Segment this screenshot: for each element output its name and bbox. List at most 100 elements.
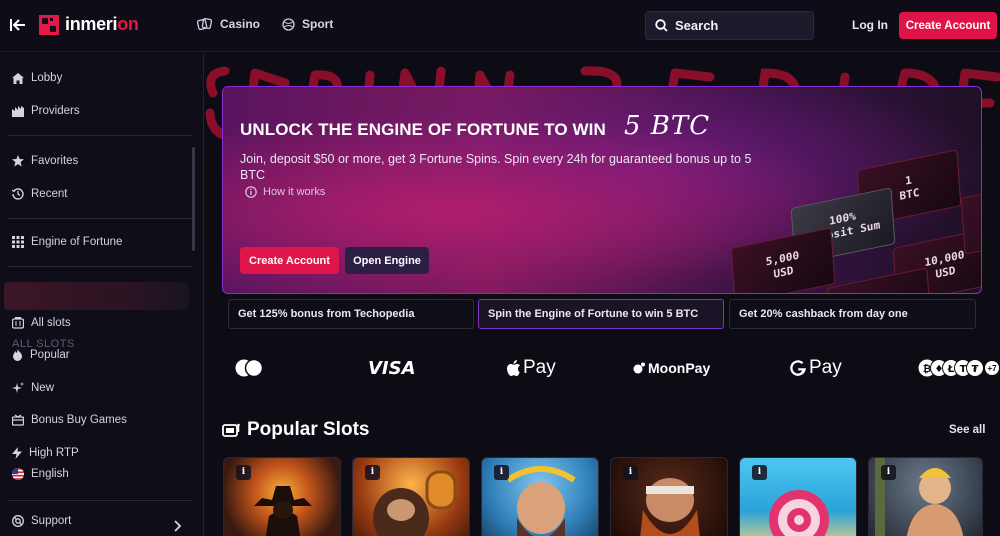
svg-text:₿: ₿ (923, 363, 931, 375)
sidebar-item-new[interactable]: New (12, 382, 54, 394)
moonpay-icon (633, 362, 645, 374)
promo-tab-label: Spin the Engine of Fortune to win 5 BTC (488, 308, 699, 320)
us-flag-icon (12, 468, 24, 480)
brand-name: inmerion (65, 14, 139, 34)
home-icon (12, 72, 24, 84)
crypto-logos: ₿ ♦ Ł T ₮ +7 (917, 353, 999, 383)
slot-info-button[interactable]: i (236, 465, 251, 480)
sidebar-divider (8, 218, 192, 219)
svg-text:♦: ♦ (935, 364, 944, 375)
top-nav: Casino Sport (197, 17, 333, 31)
fortune-tile: D (826, 267, 932, 293)
sidebar-item-bonus-buy[interactable]: Bonus Buy Games (12, 414, 127, 426)
sidebar-divider (8, 500, 192, 501)
see-all-link[interactable]: See all (949, 424, 985, 436)
slot-card[interactable]: i (739, 457, 857, 536)
create-account-button[interactable]: Create Account (899, 12, 997, 39)
visa-logo: VISA (368, 357, 416, 379)
slot-info-button[interactable]: i (881, 465, 896, 480)
nav-sport-label: Sport (302, 17, 334, 31)
nav-casino[interactable]: Casino (197, 17, 260, 31)
slot-info-button[interactable]: i (623, 465, 638, 480)
open-engine-button[interactable]: Open Engine (345, 247, 429, 274)
sidebar-item-engine-of-fortune[interactable]: Engine of Fortune (12, 236, 122, 248)
nav-sport[interactable]: Sport (282, 17, 333, 31)
sidebar-item-lobby[interactable]: Lobby (12, 72, 62, 84)
crypto-coins-icon: ₿ ♦ Ł T ₮ (918, 359, 984, 377)
hero-create-account-button[interactable]: Create Account (240, 247, 339, 274)
sidebar-item-recent[interactable]: Recent (12, 188, 67, 200)
nav-casino-label: Casino (220, 17, 261, 31)
sidebar-item-label: Bonus Buy Games (31, 414, 127, 426)
search-button[interactable]: Search (645, 11, 814, 40)
sidebar-item-providers[interactable]: Providers (12, 105, 80, 117)
promo-tab-techopedia[interactable]: Get 125% bonus from Techopedia (228, 299, 474, 329)
search-label: Search (675, 18, 719, 33)
sidebar-item-label: Favorites (31, 155, 79, 167)
how-it-works-link[interactable]: How it works (245, 186, 325, 198)
brand-logo[interactable]: inmerion (39, 14, 139, 35)
language-label: English (31, 468, 69, 480)
fortune-tile: De (960, 177, 981, 255)
search-icon (655, 19, 668, 32)
promo-tab-engine[interactable]: Spin the Engine of Fortune to win 5 BTC (478, 299, 724, 329)
language-selector[interactable]: English (12, 468, 69, 480)
collapse-sidebar-icon[interactable] (9, 16, 27, 34)
info-circle-icon (245, 186, 257, 198)
popular-slots-title: Popular Slots (247, 419, 370, 440)
promo-tab-cashback[interactable]: Get 20% cashback from day one (729, 299, 976, 329)
svg-text:T: T (960, 364, 967, 375)
slot-info-button[interactable]: i (494, 465, 509, 480)
sidebar-item-label: Support (31, 515, 72, 527)
slot-info-button[interactable]: i (365, 465, 380, 480)
slot-info-button[interactable]: i (752, 465, 767, 480)
promo-tab-label: Get 125% bonus from Techopedia (238, 308, 415, 320)
providers-icon (12, 105, 24, 117)
slot-card[interactable]: i (352, 457, 470, 536)
sidebar-item-support[interactable]: Support (12, 515, 71, 527)
hero-amount: 5 BTC (624, 111, 711, 141)
history-icon (12, 188, 24, 200)
star-icon (12, 155, 24, 167)
bonus-buy-icon (12, 414, 24, 426)
hero-subtitle: Join, deposit $50 or more, get 3 Fortune… (240, 152, 752, 182)
popular-slots-heading: Popular Slots (222, 419, 369, 441)
support-icon (12, 515, 24, 527)
google-g-icon (790, 360, 806, 376)
login-button[interactable]: Log In (852, 18, 888, 32)
chevron-right-icon[interactable] (174, 520, 182, 532)
sidebar-item-label: Recent (31, 188, 68, 200)
brand-logo-icon (39, 14, 59, 35)
fortune-tile: 5,000 USD (730, 227, 836, 293)
sidebar-divider (8, 135, 192, 136)
sidebar-item-all-slots[interactable]: All slots (12, 317, 71, 329)
main-content: UNLOCK THE ENGINE OF FORTUNE TO WIN 5 BT… (205, 53, 1000, 536)
top-header: inmerion Casino Sport Search Log In Crea… (0, 0, 1000, 52)
sidebar-item-label: All slots (31, 317, 71, 329)
sidebar-item-favorites[interactable]: Favorites (12, 155, 78, 167)
grid-icon (12, 236, 24, 248)
sidebar: Lobby Providers Favorites Recent Engine … (0, 53, 204, 536)
slot-card[interactable]: i (610, 457, 728, 536)
sidebar-scrollbar[interactable] (192, 147, 195, 251)
fire-icon (13, 349, 22, 361)
moonpay-logo: MoonPay (633, 353, 710, 383)
mastercard-logo (233, 353, 265, 383)
lightning-icon (12, 447, 22, 459)
sidebar-active-highlight (4, 282, 189, 310)
slot-card[interactable]: i (868, 457, 983, 536)
sidebar-item-label: Popular (30, 349, 70, 361)
slot-card[interactable]: i (223, 457, 341, 536)
sidebar-item-popular[interactable]: Popular (12, 349, 70, 361)
slot-card[interactable]: i (481, 457, 599, 536)
payment-methods: VISA Pay MoonPay Pay ₿ ♦ Ł T ₮ +7 (228, 353, 999, 383)
slot-machine-icon (222, 423, 240, 437)
sidebar-divider (8, 266, 192, 267)
sidebar-item-label: New (31, 382, 55, 394)
sidebar-item-high-rtp[interactable]: High RTP (12, 447, 79, 459)
hero-title: UNLOCK THE ENGINE OF FORTUNE TO WIN (240, 120, 606, 139)
casino-icon (197, 17, 213, 31)
sport-ball-icon (282, 17, 295, 31)
promo-hero-banner[interactable]: UNLOCK THE ENGINE OF FORTUNE TO WIN 5 BT… (222, 86, 982, 294)
sidebar-item-label: Lobby (31, 72, 63, 84)
